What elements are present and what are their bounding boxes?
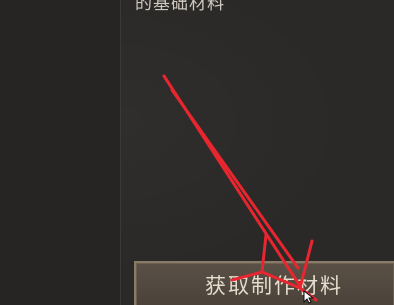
get-crafting-materials-button-label: 获取制作材料 bbox=[205, 274, 343, 298]
mouse-pointer-icon bbox=[303, 290, 315, 304]
get-crafting-materials-button[interactable]: 获取制作材料 bbox=[134, 261, 394, 305]
left-side-panel bbox=[0, 0, 121, 305]
material-description-text: 的基础材料 bbox=[135, 0, 225, 14]
game-ui-screen: 的基础材料 获取制作材料 bbox=[0, 0, 394, 305]
